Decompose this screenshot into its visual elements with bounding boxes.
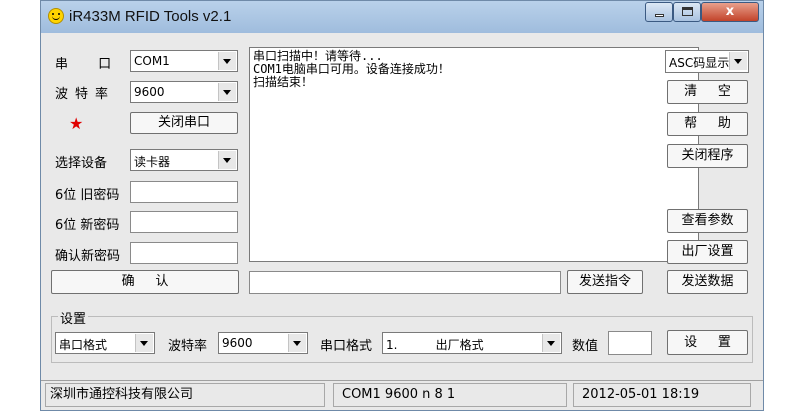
- format-option-select-value: 1. 出厂格式: [386, 338, 484, 352]
- settings-baud-label: 波特率: [168, 339, 208, 354]
- close-button[interactable]: x: [701, 2, 759, 22]
- help-button[interactable]: 帮 助: [667, 112, 748, 136]
- port-format-select[interactable]: 串口格式: [55, 332, 155, 354]
- chevron-down-icon[interactable]: [288, 334, 306, 352]
- new-password-label: 6位 新密码: [55, 218, 120, 233]
- port-select-value: COM1: [134, 54, 170, 68]
- value-label: 数值: [572, 339, 599, 354]
- send-command-button[interactable]: 发送指令: [567, 270, 643, 294]
- new-password-input[interactable]: [130, 211, 238, 233]
- chevron-down-icon[interactable]: [218, 52, 236, 70]
- command-input[interactable]: [249, 271, 561, 294]
- chevron-down-icon[interactable]: [218, 151, 236, 169]
- baud-select[interactable]: 9600: [130, 81, 238, 103]
- value-input[interactable]: [608, 331, 652, 355]
- clear-button[interactable]: 清 空: [667, 80, 748, 104]
- chevron-down-icon[interactable]: [542, 334, 560, 352]
- settings-port-format-label: 串口格式: [320, 339, 373, 354]
- format-option-select[interactable]: 1. 出厂格式: [382, 332, 562, 354]
- old-password-input[interactable]: [130, 181, 238, 203]
- confirm-password-input[interactable]: [130, 242, 238, 264]
- status-connection: COM1 9600 n 8 1: [333, 383, 567, 407]
- main-window: iR433M RFID Tools v2.1 x 串 口 COM1 波特率 96…: [40, 0, 764, 411]
- log-line: COM1电脑串口可用。设备连接成功！: [253, 62, 450, 76]
- settings-group-title: 设置: [58, 308, 89, 327]
- status-bar: 深圳市通控科技有限公司 COM1 9600 n 8 1 2012-05-01 1…: [41, 380, 763, 411]
- close-icon: x: [725, 4, 735, 19]
- baud-select-value: 9600: [134, 85, 165, 99]
- select-device-label: 选择设备: [55, 156, 108, 171]
- close-port-button[interactable]: 关闭串口: [130, 112, 238, 134]
- log-line: 扫描结束！: [253, 75, 314, 89]
- log-textarea[interactable]: 串口扫描中！请等待... COM1电脑串口可用。设备连接成功！ 扫描结束！: [249, 47, 699, 262]
- confirm-button[interactable]: 确 认: [51, 270, 239, 294]
- send-data-button[interactable]: 发送数据: [667, 270, 748, 294]
- factory-settings-button[interactable]: 出厂设置: [667, 240, 748, 264]
- chevron-down-icon[interactable]: [729, 52, 747, 70]
- status-company: 深圳市通控科技有限公司: [45, 383, 325, 407]
- settings-baud-select-value: 9600: [222, 336, 253, 350]
- smiley-app-icon: [48, 8, 64, 24]
- port-select[interactable]: COM1: [130, 50, 238, 72]
- close-program-button[interactable]: 关闭程序: [667, 144, 748, 168]
- port-label: 串 口: [55, 57, 125, 72]
- settings-baud-select[interactable]: 9600: [218, 332, 308, 354]
- title-bar: iR433M RFID Tools v2.1 x: [41, 1, 763, 33]
- view-params-button[interactable]: 查看参数: [667, 209, 748, 233]
- settings-group: 设置 串口格式 波特率 9600 串口格式 1. 出厂格式 数值 设 置: [51, 308, 753, 363]
- status-datetime: 2012-05-01 18:19: [573, 383, 751, 407]
- window-title: iR433M RFID Tools v2.1: [69, 8, 232, 25]
- format-select-value: ASC码显示: [669, 56, 730, 70]
- baud-label: 波特率: [55, 87, 116, 102]
- confirm-password-label: 确认新密码: [55, 249, 121, 264]
- set-button[interactable]: 设 置: [667, 330, 748, 355]
- device-select-value: 读卡器: [134, 155, 171, 169]
- device-select[interactable]: 读卡器: [130, 149, 238, 171]
- star-icon: ★: [69, 114, 84, 133]
- format-select[interactable]: ASC码显示: [665, 50, 749, 73]
- maximize-button[interactable]: [673, 2, 701, 22]
- old-password-label: 6位 旧密码: [55, 188, 120, 203]
- minimize-button[interactable]: [645, 2, 673, 22]
- chevron-down-icon[interactable]: [135, 334, 153, 352]
- chevron-down-icon[interactable]: [218, 83, 236, 101]
- port-format-select-value: 串口格式: [59, 338, 108, 352]
